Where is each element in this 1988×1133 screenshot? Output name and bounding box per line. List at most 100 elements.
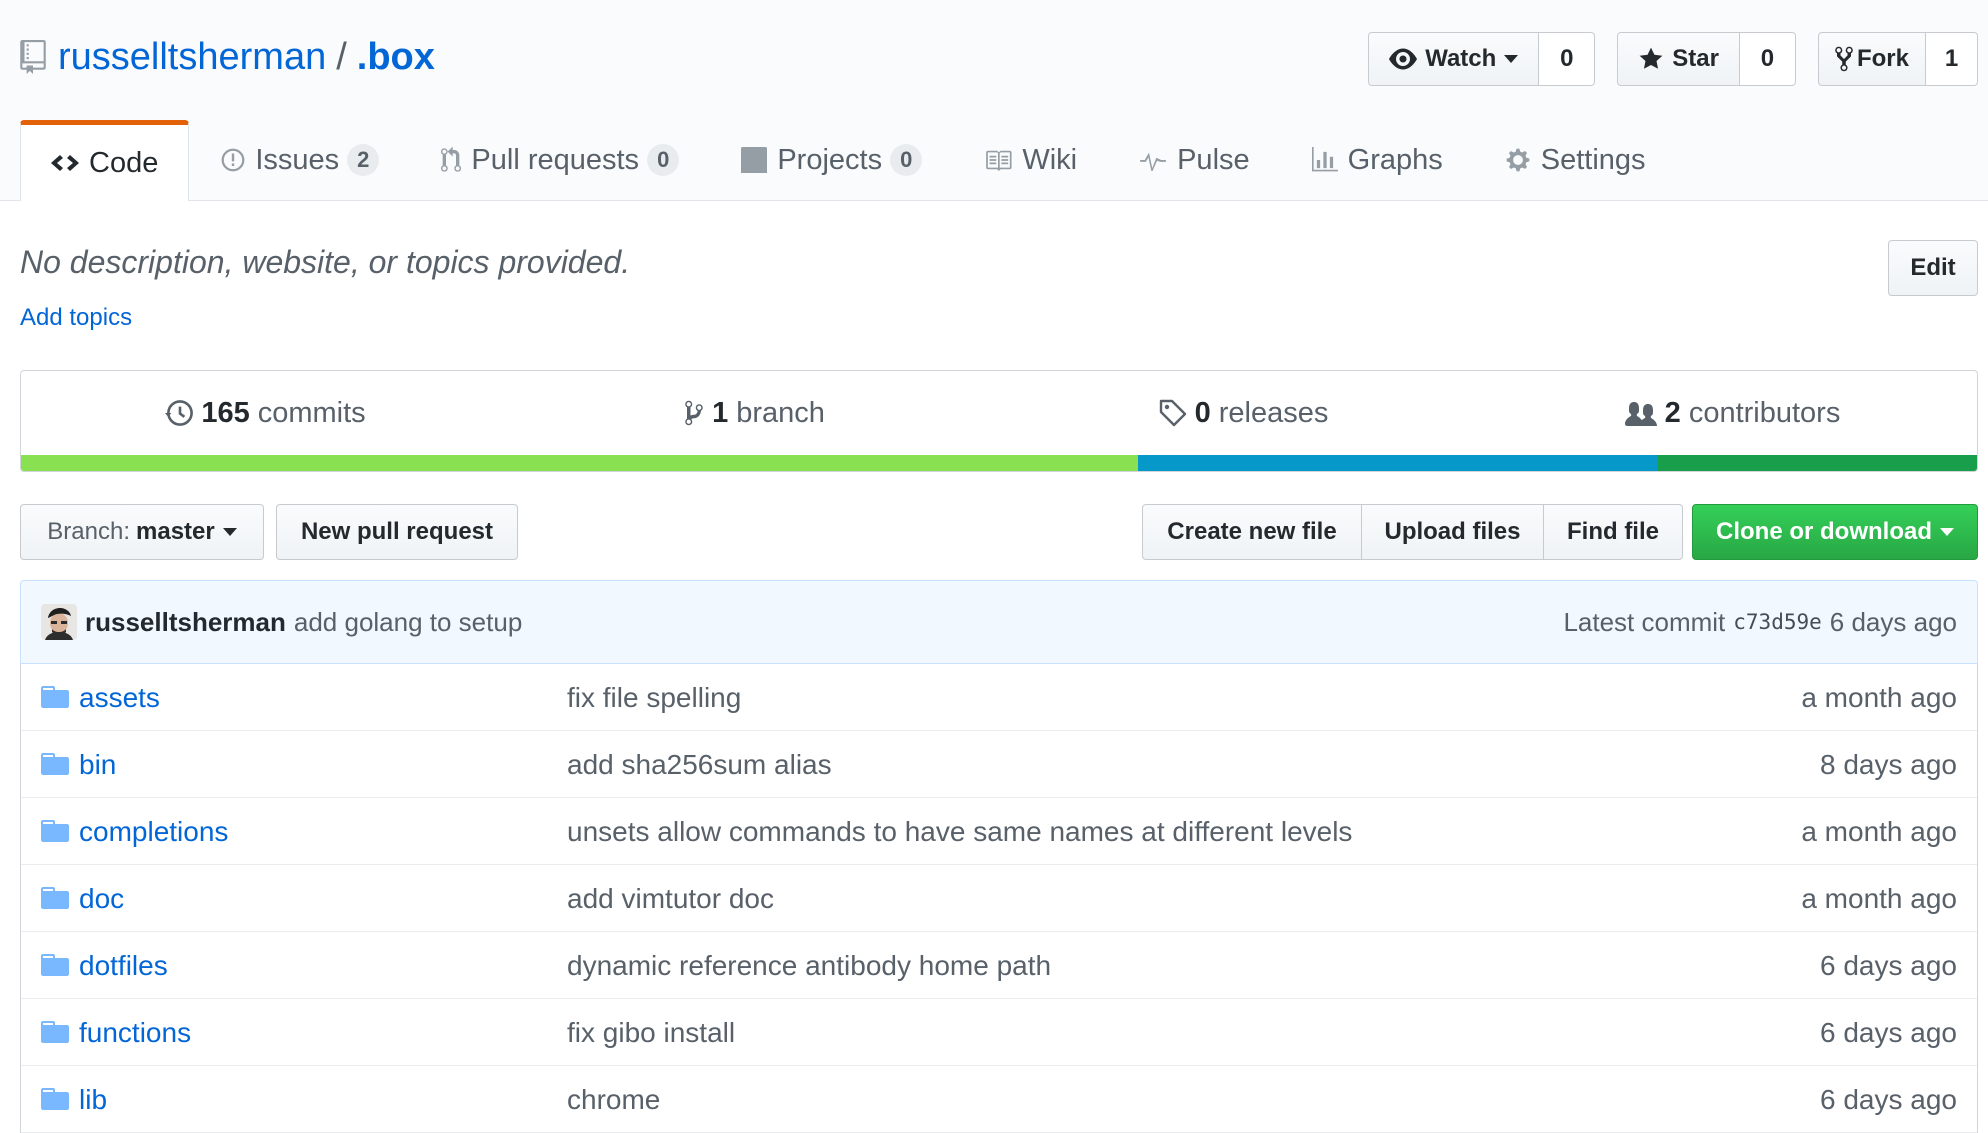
language-segment [21,455,1138,471]
star-count[interactable]: 0 [1739,32,1796,86]
file-name-link[interactable]: doc [79,883,124,915]
fork-icon [1835,46,1853,72]
repo-owner-link[interactable]: russelltsherman [58,34,326,80]
eye-icon [1389,48,1418,70]
repo-header: russelltsherman / .box Watch 0 Star 0 Fo… [0,0,1988,201]
repo-summary: 165 commits 1 branch 0 releases 2 contri… [20,370,1978,472]
tab-wiki[interactable]: Wiki [954,120,1107,200]
branch-prefix: Branch: [47,518,130,545]
chevron-down-icon [1940,528,1954,536]
create-new-file-button[interactable]: Create new file [1142,504,1362,560]
branches-link[interactable]: 1 branch [510,371,999,455]
tab-wiki-label: Wiki [1022,143,1078,176]
find-file-button[interactable]: Find file [1543,504,1683,560]
history-icon [165,400,194,426]
pull-requests-counter: 0 [647,144,680,176]
file-commit-message-link[interactable]: add sha256sum alias [567,749,832,781]
repo-name-link[interactable]: .box [357,34,435,80]
clone-or-download-label: Clone or download [1716,518,1932,545]
tab-settings[interactable]: Settings [1475,120,1676,200]
file-commit-message-link[interactable]: chrome [567,1084,660,1116]
commit-message-link[interactable]: add golang to setup [294,607,522,638]
tab-pull-requests[interactable]: Pull requests 0 [411,120,709,200]
fork-label: Fork [1856,45,1909,72]
contributors-link[interactable]: 2 contributors [1488,371,1977,455]
tab-settings-label: Settings [1540,143,1646,176]
tab-issues[interactable]: Issues 2 [191,120,409,200]
file-commit-message-link[interactable]: dynamic reference antibody home path [567,950,1051,982]
pull-request-icon [441,146,462,172]
file-name-link[interactable]: lib [79,1084,107,1116]
tab-projects-label: Projects [777,143,883,176]
file-age: 6 days ago [1820,1017,1957,1048]
fork-button[interactable]: Fork [1817,32,1926,86]
folder-icon [41,887,69,909]
code-icon [51,155,79,171]
add-topics-link[interactable]: Add topics [20,304,132,332]
watch-count[interactable]: 0 [1539,32,1596,86]
pulse-icon [1140,152,1166,171]
language-segment [1137,455,1659,471]
new-pull-request-button[interactable]: New pull request [276,504,518,560]
file-row: completions unsets allow commands to hav… [21,798,1977,865]
file-name-link[interactable]: functions [79,1017,191,1049]
file-commit-message-link[interactable]: fix gibo install [567,1017,735,1049]
folder-icon [41,820,69,842]
graph-icon [1311,147,1338,172]
edit-description-button[interactable]: Edit [1888,240,1978,296]
latest-commit-bar: russelltsherman add golang to setup Late… [20,580,1978,664]
file-commit-message-link[interactable]: fix file spelling [567,682,741,714]
branch-icon [685,400,703,426]
commits-link[interactable]: 165 commits [21,371,510,455]
file-name-link[interactable]: bin [79,749,116,781]
star-button[interactable]: Star [1617,32,1740,86]
commit-meta: Latest commit c73d59e 6 days ago [1563,607,1957,638]
branch-select-button[interactable]: Branch: master [20,504,264,560]
file-row: functions fix gibo install 6 days ago [21,999,1977,1066]
file-name-link[interactable]: assets [79,682,160,714]
watch-button[interactable]: Watch [1368,32,1540,86]
language-bar[interactable] [21,455,1977,471]
repo-nav: Code Issues 2 Pull requests 0 Projects 0 [20,120,1678,201]
file-name-link[interactable]: dotfiles [79,950,168,982]
file-commit-message-link[interactable]: unsets allow commands to have same names… [567,816,1352,848]
file-age: a month ago [1801,883,1957,914]
file-row: bin add sha256sum alias 8 days ago [21,731,1977,798]
folder-icon [41,1088,69,1110]
projects-counter: 0 [890,144,923,176]
branch-name: master [136,518,215,545]
watch-group: Watch 0 [1368,32,1596,86]
fork-group: Fork 1 [1817,32,1978,86]
file-age: a month ago [1801,682,1957,713]
issue-icon [221,148,245,172]
repo-actions: Watch 0 Star 0 Fork 1 [1346,32,1978,86]
tab-issues-label: Issues [255,143,340,176]
clone-or-download-button[interactable]: Clone or download [1692,504,1978,560]
commit-sha-link[interactable]: c73d59e [1733,610,1822,634]
fork-count[interactable]: 1 [1926,32,1978,86]
avatar[interactable] [41,604,77,640]
upload-files-button[interactable]: Upload files [1361,504,1544,560]
tab-pulse[interactable]: Pulse [1109,120,1280,200]
file-commit-message-link[interactable]: add vimtutor doc [567,883,774,915]
commit-author-link[interactable]: russelltsherman [85,607,286,638]
tab-graphs[interactable]: Graphs [1282,120,1473,200]
watch-label: Watch [1425,45,1497,72]
releases-link[interactable]: 0 releases [999,371,1488,455]
file-row: assets fix file spelling a month ago [21,664,1977,731]
contributors-count: 2 [1664,396,1681,429]
tab-code[interactable]: Code [20,120,190,201]
tab-graphs-label: Graphs [1347,143,1443,176]
file-list: assets fix file spelling a month ago bin… [20,664,1978,1133]
repo-description: No description, website, or topics provi… [20,244,631,280]
tab-code-label: Code [89,146,159,179]
file-age: 6 days ago [1820,1084,1957,1115]
file-name-link[interactable]: completions [79,816,228,848]
repo-icon [20,40,46,74]
star-label: Star [1672,45,1719,72]
star-icon [1639,47,1663,69]
tab-pulse-label: Pulse [1177,143,1250,176]
file-row: dotfiles dynamic reference antibody home… [21,932,1977,999]
commit-age: 6 days ago [1829,606,1957,637]
tab-projects[interactable]: Projects 0 [711,120,952,200]
